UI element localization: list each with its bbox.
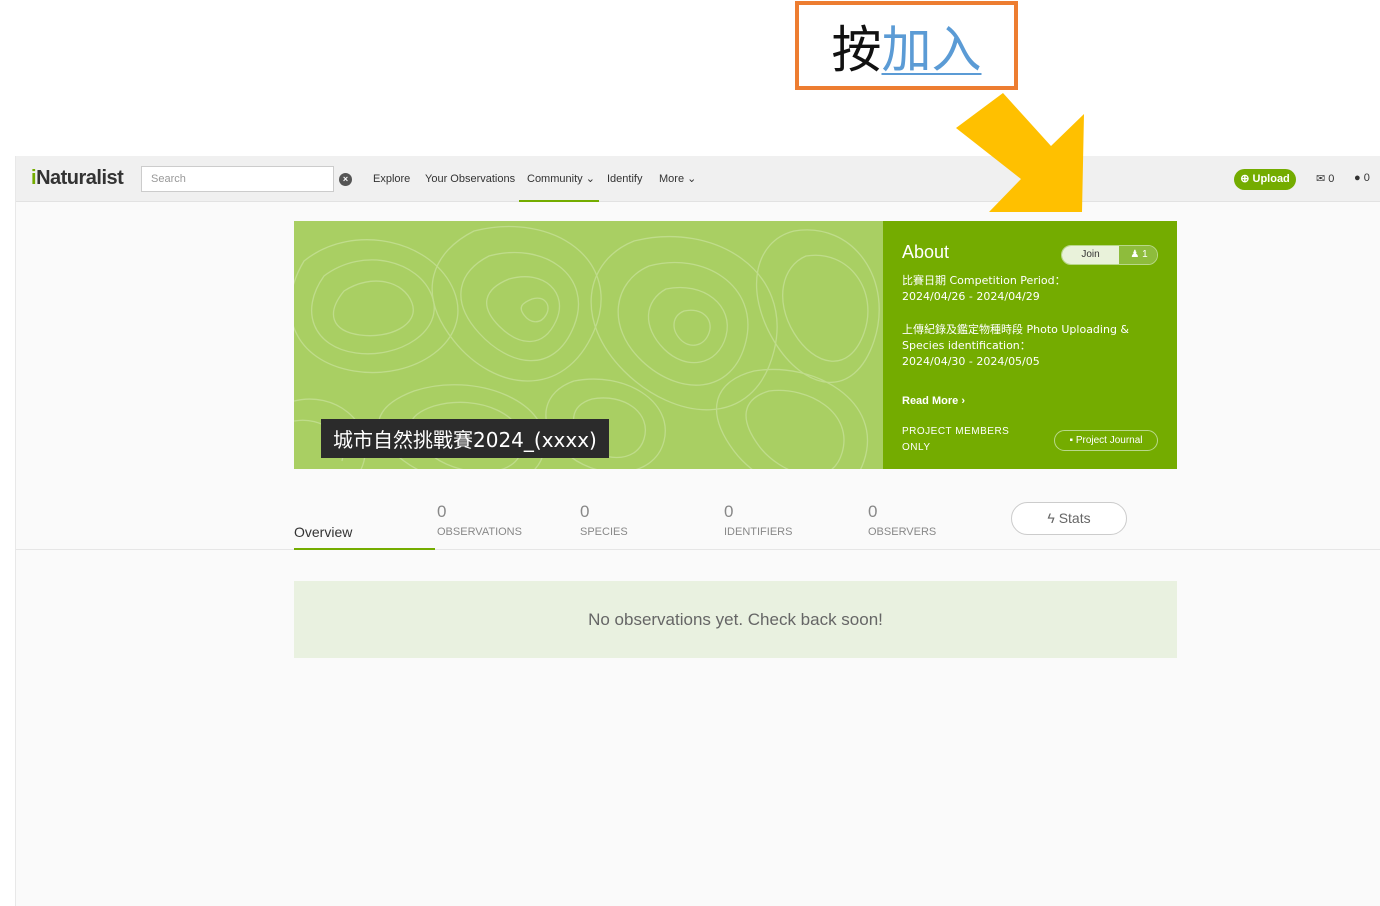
members-count[interactable]: ♟ 1 (1119, 246, 1157, 264)
about-panel: About Join ♟ 1 比賽日期 Competition Period： … (883, 221, 1177, 469)
top-navigation-bar: iNaturalist Search × Explore Your Observ… (16, 156, 1380, 202)
notifications-indicator[interactable]: ● 0 (1354, 172, 1370, 184)
speech-bubble-icon: ● (1354, 172, 1361, 184)
instruction-callout: 按加入 (795, 1, 1018, 90)
stat-observations[interactable]: 0 OBSERVATIONS (437, 502, 522, 539)
read-more-link[interactable]: Read More › (902, 395, 965, 407)
chevron-down-icon: ⌄ (585, 173, 595, 185)
about-heading: About (902, 242, 950, 262)
nav-more[interactable]: More ⌄ (659, 156, 696, 202)
stat-species[interactable]: 0 SPECIES (580, 502, 628, 539)
tabs-divider (16, 549, 1380, 550)
envelope-icon: ✉ (1316, 173, 1326, 185)
lightning-icon: ϟ (1047, 510, 1055, 526)
competition-period-dates: 2024/04/26 - 2024/04/29 (902, 290, 1040, 303)
project-banner: 城市自然挑戰賽2024_(xxxx) (294, 221, 883, 469)
stats-button[interactable]: ϟ Stats (1011, 502, 1127, 535)
nav-explore[interactable]: Explore (373, 156, 410, 202)
callout-join-text: 加入 (881, 20, 982, 79)
stat-observers[interactable]: 0 OBSERVERS (868, 502, 936, 539)
search-input[interactable]: Search (141, 166, 334, 192)
callout-prefix: 按 (831, 20, 882, 79)
project-journal-button[interactable]: ▪ Project Journal (1054, 430, 1158, 451)
nav-your-observations[interactable]: Your Observations (425, 156, 515, 202)
nav-identify[interactable]: Identify (607, 156, 642, 202)
nav-community[interactable]: Community ⌄ (519, 156, 599, 202)
clear-search-icon[interactable]: × (339, 173, 352, 186)
upload-period-dates: 2024/04/30 - 2024/05/05 (902, 355, 1040, 368)
project-title: 城市自然挑戰賽2024_(xxxx) (321, 419, 609, 458)
inaturalist-logo[interactable]: iNaturalist (31, 167, 124, 190)
messages-indicator[interactable]: ✉ 0 (1316, 172, 1334, 185)
upload-button[interactable]: ⊕ Upload (1234, 169, 1296, 190)
chevron-down-icon: ⌄ (687, 173, 697, 185)
user-icon: ♟ (1130, 249, 1140, 260)
tab-overview[interactable]: Overview (294, 524, 435, 550)
chevron-right-icon: › (961, 395, 965, 407)
empty-observations-message: No observations yet. Check back soon! (294, 581, 1177, 658)
plus-circle-icon: ⊕ (1240, 173, 1250, 185)
members-only-label: PROJECT MEMBERS ONLY (902, 426, 1010, 453)
join-button[interactable]: Join ♟ 1 (1061, 245, 1158, 265)
journal-icon: ▪ (1069, 435, 1074, 446)
upload-period-label: 上傳紀錄及鑑定物種時段 Photo Uploading & Species id… (902, 323, 1129, 352)
stat-identifiers[interactable]: 0 IDENTIFIERS (724, 502, 792, 539)
inaturalist-window: iNaturalist Search × Explore Your Observ… (15, 156, 1380, 906)
competition-period-label: 比賽日期 Competition Period： (902, 274, 1066, 287)
join-label[interactable]: Join (1062, 246, 1119, 264)
